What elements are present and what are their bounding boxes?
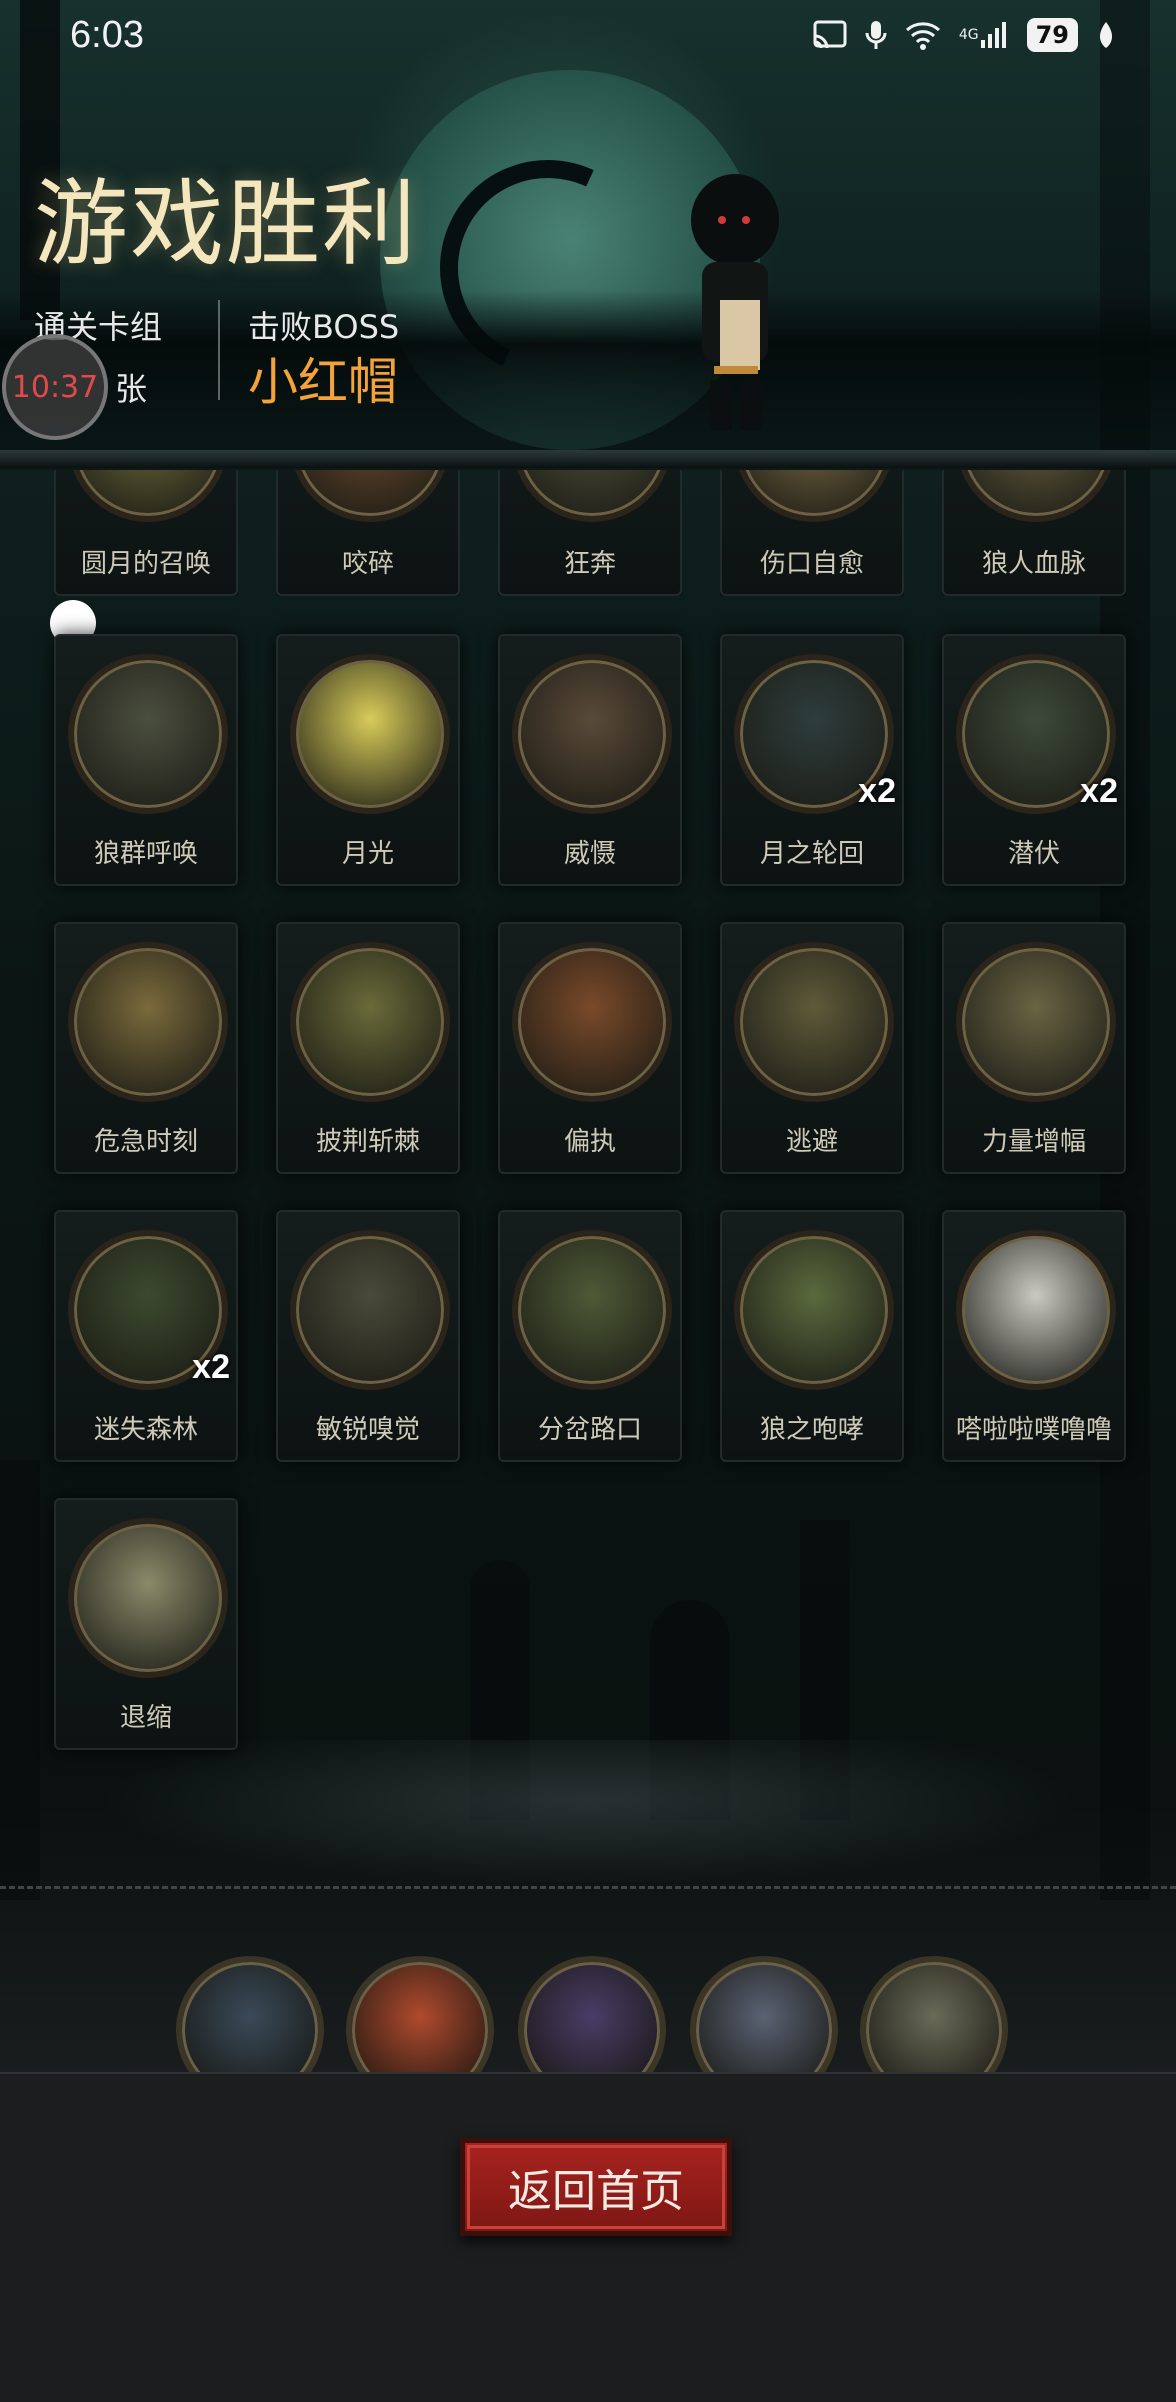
card-label: 狼人血脉 xyxy=(981,549,1086,579)
header-shelf xyxy=(0,450,1176,468)
card-label: 圆月的召唤 xyxy=(80,549,211,579)
card-tile[interactable]: 偏执 xyxy=(498,922,682,1174)
card-art xyxy=(290,1230,450,1390)
card-label: 敏锐嗅觉 xyxy=(315,1415,420,1445)
card-label: 偏执 xyxy=(563,1127,616,1157)
page-title: 游戏胜利 xyxy=(34,173,419,277)
card-tile[interactable]: 迷失森林 x2 xyxy=(54,1210,238,1462)
bottom-bar xyxy=(0,2072,1176,2402)
card-tile[interactable]: 威慑 xyxy=(498,634,682,886)
card-art xyxy=(512,1230,672,1390)
card-label: 嗒啦啦噗噜噜 xyxy=(955,1415,1112,1445)
leaf-icon xyxy=(1096,20,1116,50)
card-art xyxy=(956,1230,1116,1390)
card-label: 分岔路口 xyxy=(537,1415,642,1445)
card-label: 狼之咆哮 xyxy=(759,1415,864,1445)
card-tile[interactable]: 退缩 xyxy=(54,1498,238,1750)
card-label: 退缩 xyxy=(119,1703,172,1733)
mic-icon xyxy=(865,19,887,51)
card-label: 迷失森林 xyxy=(93,1415,198,1445)
card-tile[interactable]: 狼群呼唤 xyxy=(54,634,238,886)
card-label: 力量增幅 xyxy=(981,1127,1086,1157)
ground-glow xyxy=(0,1740,1176,1900)
status-bar: 6:03 4G 79 xyxy=(0,0,1176,72)
cast-icon xyxy=(813,20,847,50)
boss-name: 小红帽 xyxy=(248,353,398,411)
card-art xyxy=(68,1518,228,1678)
card-art xyxy=(68,654,228,814)
card-art xyxy=(512,942,672,1102)
card-tile[interactable]: 分岔路口 xyxy=(498,1210,682,1462)
card-art xyxy=(512,654,672,814)
battery-icon: 79 xyxy=(1026,18,1078,52)
header-divider xyxy=(218,300,220,400)
card-tile[interactable]: 狼之咆哮 xyxy=(720,1210,904,1462)
network-type: 4G xyxy=(958,27,979,43)
card-label: 披荆斩棘 xyxy=(315,1127,420,1157)
card-label: 月之轮回 xyxy=(759,839,864,869)
card-label: 咬碎 xyxy=(341,549,394,579)
card-art xyxy=(734,942,894,1102)
card-label: 潜伏 xyxy=(1007,839,1060,869)
card-tile[interactable]: 月之轮回 x2 xyxy=(720,634,904,886)
card-multiplier: x2 xyxy=(192,1348,230,1386)
card-label: 狼群呼唤 xyxy=(93,839,198,869)
card-tile[interactable]: 危急时刻 xyxy=(54,922,238,1174)
card-tile[interactable]: 嗒啦啦噗噜噜 xyxy=(942,1210,1126,1462)
timer-badge[interactable]: 10:37 xyxy=(2,334,108,440)
card-tile[interactable]: 力量增幅 xyxy=(942,922,1126,1174)
deck-count-unit: 张 xyxy=(115,370,148,408)
card-art xyxy=(68,942,228,1102)
card-tile[interactable]: 逃避 xyxy=(720,922,904,1174)
card-art xyxy=(956,942,1116,1102)
card-art xyxy=(290,654,450,814)
wifi-icon xyxy=(905,20,941,50)
card-label: 月光 xyxy=(341,839,394,869)
card-tile[interactable]: 敏锐嗅觉 xyxy=(276,1210,460,1462)
card-tile[interactable]: 月光 xyxy=(276,634,460,886)
card-art xyxy=(734,1230,894,1390)
signal-icon: 4G xyxy=(959,20,1009,50)
card-tile[interactable]: 披荆斩棘 xyxy=(276,922,460,1174)
card-label: 伤口自愈 xyxy=(759,549,864,579)
boy-character-illustration xyxy=(680,170,790,440)
card-art xyxy=(290,942,450,1102)
return-home-button[interactable]: 返回首页 xyxy=(460,2138,732,2236)
card-multiplier: x2 xyxy=(858,772,896,810)
card-label: 逃避 xyxy=(785,1127,838,1157)
status-time: 6:03 xyxy=(70,14,144,56)
card-label: 狂奔 xyxy=(563,549,616,579)
card-tile[interactable]: 潜伏 x2 xyxy=(942,634,1126,886)
bottom-divider xyxy=(0,1886,1176,1889)
card-multiplier: x2 xyxy=(1080,772,1118,810)
card-label: 威慑 xyxy=(563,839,616,869)
card-label: 危急时刻 xyxy=(93,1127,198,1157)
timer-text: 10:37 xyxy=(11,369,99,405)
status-icons: 4G 79 xyxy=(813,18,1116,52)
hill-silhouette xyxy=(0,290,1176,470)
